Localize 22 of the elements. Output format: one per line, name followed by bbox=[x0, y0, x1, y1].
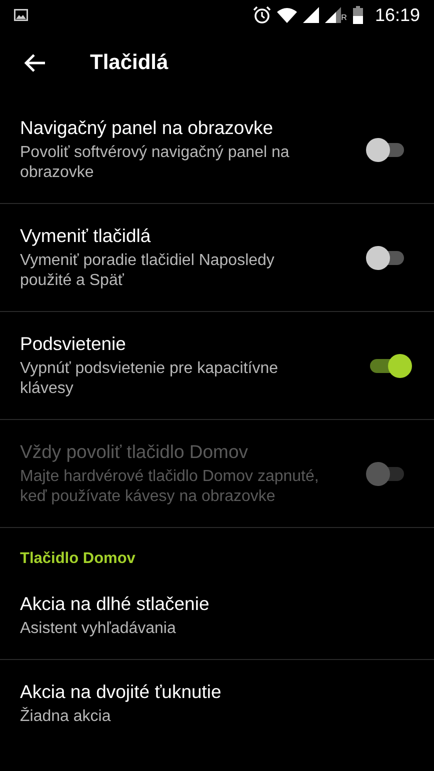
setting-title: Navigačný panel na obrazovke bbox=[20, 116, 274, 138]
setting-title: Vymeniť tlačidlá bbox=[20, 224, 152, 246]
signal-icon bbox=[325, 7, 342, 23]
setting-summary: Vymeniť poradie tlačidiel Naposledy použité a Späť bbox=[20, 250, 276, 290]
setting-summary: Vypnúť podsvietenie pre kapacitívne klávesy bbox=[20, 358, 280, 398]
battery-icon bbox=[352, 6, 363, 24]
screen-title: Tlačidlá bbox=[90, 51, 168, 75]
wifi-icon bbox=[277, 8, 298, 22]
section-header: Tlačidlo Domov bbox=[19, 549, 136, 569]
setting-summary: Povoliť softvérový navigačný panel na obrazovke bbox=[20, 142, 290, 182]
signal-icon bbox=[303, 7, 320, 23]
setting-summary: Žiadna akcia bbox=[20, 707, 112, 727]
setting-title: Akcia na dvojité ťuknutie bbox=[20, 681, 222, 703]
setting-summary: Majte hardvérové tlačidlo Domov zapnuté, keď používate kávesy na obrazovke bbox=[20, 466, 320, 506]
image-icon bbox=[14, 9, 28, 21]
setting-title: Vždy povoliť tlačidlo Domov bbox=[20, 440, 250, 462]
setting-title: Podsvietenie bbox=[20, 332, 127, 354]
alarm-clock-icon bbox=[253, 6, 272, 24]
roaming-label: R bbox=[341, 13, 347, 22]
clock-time: 16:19 bbox=[374, 4, 420, 26]
setting-title: Akcia na dlhé stlačenie bbox=[20, 592, 210, 614]
setting-summary: Asistent vyhľadávania bbox=[20, 618, 177, 638]
